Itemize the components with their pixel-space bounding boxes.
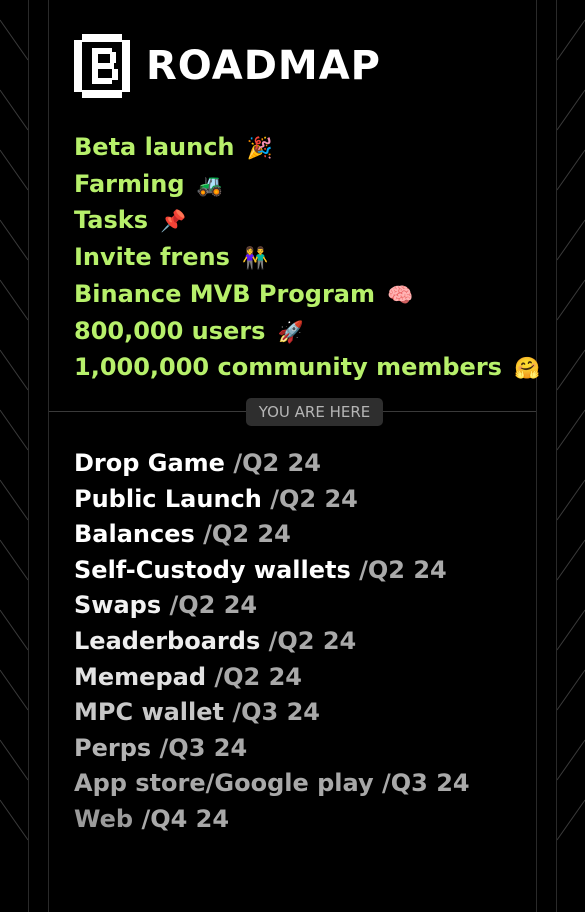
party-popper-icon: 🎉 [246,136,274,160]
list-item: Balances /Q2 24 [74,517,470,553]
tractor-icon: 🚜 [196,172,224,197]
frame-line-left-inner [48,0,49,912]
list-item: Binance MVB Program 🧠 [74,277,540,314]
milestone-date: /Q2 24 [203,520,291,549]
milestone-name: Balances [74,520,195,549]
list-item: Perps /Q3 24 [74,731,470,767]
milestone-name: MPC wallet [74,698,225,727]
frame-line-left-outer [28,0,29,912]
milestone-date: /Q2 24 [214,662,302,691]
milestone-date: /Q3 24 [232,698,320,727]
milestone-name: Leaderboards [74,626,261,655]
milestone-label: 800,000 users [74,316,266,345]
milestone-label: Invite frens [74,243,230,272]
list-item: Public Launch /Q2 24 [74,482,470,518]
list-item: Memepad /Q2 24 [74,660,470,696]
list-item: App store/Google play /Q3 24 [74,766,470,802]
rocket-icon: 🚀 [277,319,304,344]
you-are-here-badge: YOU ARE HERE [246,398,383,426]
roadmap-header: ROADMAP [74,34,381,98]
list-item: Tasks 📌 [74,203,540,240]
milestone-date: /Q2 24 [270,484,358,513]
list-item: 800,000 users 🚀 [74,314,540,351]
upcoming-milestones-list: Drop Game /Q2 24 Public Launch /Q2 24 Ba… [74,446,470,838]
milestone-date: /Q2 24 [169,591,258,620]
list-item: Leaderboards /Q2 24 [74,624,470,660]
milestone-date: /Q4 24 [141,804,230,833]
left-border-decoration [0,0,28,912]
hugging-face-icon: 🤗 [514,356,541,381]
list-item: 1,000,000 community members 🤗 [74,350,540,387]
list-item: Swaps /Q2 24 [74,588,470,624]
list-item: Invite frens 👫 [74,240,540,277]
milestone-name: Web [74,804,134,833]
brain-icon: 🧠 [387,282,414,307]
list-item: Self-Custody wallets /Q2 24 [74,553,470,589]
milestone-name: Public Launch [74,484,262,513]
milestone-label: Binance MVB Program [74,279,375,308]
left-diagonal-lines [0,19,28,841]
right-border-decoration [557,0,585,912]
milestone-label: Tasks [74,206,149,235]
right-diagonal-lines [557,19,585,841]
milestone-name: Perps [74,733,152,762]
milestone-name: Memepad [74,662,215,691]
list-item: Beta launch 🎉 [74,130,540,167]
milestone-label: Beta launch [74,133,235,161]
page-title: ROADMAP [146,43,381,89]
pushpin-icon: 📌 [160,209,187,234]
milestone-name: Drop Game [74,449,225,477]
bracket-b-logo-icon [74,34,130,98]
list-item: MPC wallet /Q3 24 [74,695,470,731]
couple-holding-hands-icon: 👫 [242,246,269,271]
milestone-name: Swaps [74,591,162,620]
list-item: Farming 🚜 [74,167,540,204]
milestone-label: Farming [74,169,185,198]
milestone-label: 1,000,000 community members [74,353,502,382]
milestone-name: Self-Custody wallets [74,555,351,584]
milestone-name: App store/Google play [74,769,374,798]
list-item: Drop Game /Q2 24 [74,446,470,482]
milestone-date: /Q2 24 [359,555,447,584]
milestone-date: /Q3 24 [382,769,470,798]
list-item: Web /Q4 24 [74,802,470,838]
milestone-date: /Q2 24 [268,626,357,655]
completed-milestones-list: Beta launch 🎉 Farming 🚜 Tasks 📌 Invite f… [74,130,540,387]
milestone-date: /Q3 24 [159,733,248,762]
frame-line-right-outer [556,0,557,912]
milestone-date: /Q2 24 [233,449,321,477]
